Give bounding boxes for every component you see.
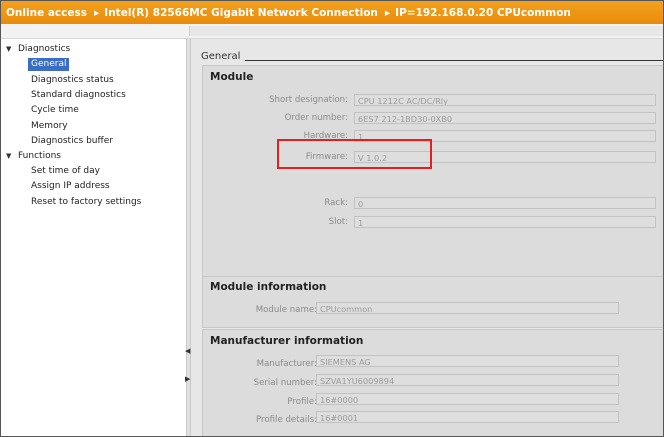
tree-item-diagnostics-status[interactable]: Diagnostics status <box>31 74 114 87</box>
collapse-left-arrow-icon[interactable]: ◀ <box>185 347 190 355</box>
tree-item-diagnostics-buffer[interactable]: Diagnostics buffer <box>31 135 113 148</box>
manufacturer-information-title: Manufacturer information <box>210 335 364 347</box>
toolbar-strip <box>1 24 663 39</box>
module-panel-title: Module <box>210 71 254 83</box>
title-device-ip: IP=192.168.0.20 CPUcommon <box>395 6 571 19</box>
profile-field[interactable]: 16#0000 <box>316 393 619 405</box>
module-panel: Module Short designation: CPU 1212C AC/D… <box>202 65 663 301</box>
tree-item-reset-to-factory-settings[interactable]: Reset to factory settings <box>31 196 141 209</box>
title-online-access: Online access <box>6 6 88 19</box>
tree-item-assign-ip-address[interactable]: Assign IP address <box>31 180 110 193</box>
firmware-highlight-box <box>277 139 432 169</box>
module-information-panel: Module information Module name: CPUcommo… <box>202 276 663 328</box>
tree-item-cycle-time[interactable]: Cycle time <box>31 104 79 117</box>
tree-node-diagnostics[interactable]: Diagnostics <box>18 43 70 56</box>
breadcrumb-separator-icon: ▸ <box>94 6 100 19</box>
module-information-title: Module information <box>210 281 327 293</box>
collapse-triangle-icon[interactable]: ▼ <box>6 45 11 53</box>
serial-number-label: Serial number: <box>253 378 317 388</box>
module-name-label: Module name: <box>255 305 317 315</box>
slot-label: Slot: <box>328 217 348 227</box>
properties-pane: General Module Short designation: CPU 12… <box>191 39 663 436</box>
tree-item-set-time-of-day[interactable]: Set time of day <box>31 165 100 178</box>
breadcrumb-separator-icon: ▸ <box>384 6 391 19</box>
profile-details-field[interactable]: 16#0001 <box>316 411 619 423</box>
profile-details-label: Profile details: <box>256 415 317 425</box>
module-name-field[interactable]: CPUcommon <box>316 302 619 314</box>
manufacturer-information-panel: Manufacturer information Manufacturer: S… <box>202 329 663 436</box>
short-designation-label: Short designation: <box>269 95 348 105</box>
title-network-adapter: Intel(R) 82566MC Gigabit Network Connect… <box>104 6 378 19</box>
manufacturer-field[interactable]: SIEMENS AG <box>316 355 619 367</box>
profile-label: Profile: <box>287 397 317 407</box>
section-divider <box>245 60 663 61</box>
section-title-general: General <box>201 51 243 62</box>
title-bar: Online access ▸ Intel(R) 82566MC Gigabit… <box>1 1 663 24</box>
order-number-label: Order number: <box>284 113 348 123</box>
serial-number-field[interactable]: SZVA1YU6009894 <box>316 374 619 386</box>
navigation-tree: ▼ Diagnostics General Diagnostics status… <box>1 39 186 436</box>
manufacturer-label: Manufacturer: <box>256 359 317 369</box>
slot-field[interactable]: 1 <box>354 216 656 228</box>
order-number-field[interactable]: 6ES7 212-1BD30-0XB0 <box>354 112 656 124</box>
tree-item-standard-diagnostics[interactable]: Standard diagnostics <box>31 89 126 102</box>
rack-label: Rack: <box>324 198 348 208</box>
expand-right-arrow-icon[interactable]: ▶ <box>185 375 190 383</box>
online-diagnostics-window: Online access ▸ Intel(R) 82566MC Gigabit… <box>0 0 664 437</box>
short-designation-field[interactable]: CPU 1212C AC/DC/Rly <box>354 94 656 106</box>
collapse-triangle-icon[interactable]: ▼ <box>6 152 11 160</box>
tree-item-general[interactable]: General <box>28 58 70 71</box>
tree-node-functions[interactable]: Functions <box>18 150 61 163</box>
tab-strip <box>189 26 663 36</box>
rack-field[interactable]: 0 <box>354 197 656 209</box>
tree-item-memory[interactable]: Memory <box>31 120 68 133</box>
